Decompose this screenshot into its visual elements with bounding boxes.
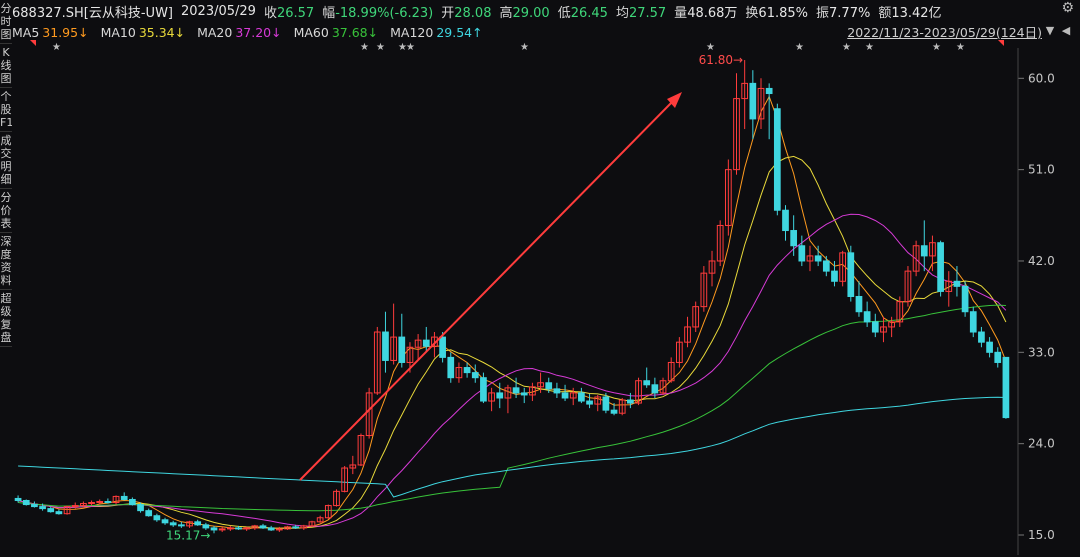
candle-body: [439, 336, 446, 358]
candle-body: [292, 526, 300, 529]
candle-body: [773, 108, 781, 211]
candle-body: [137, 504, 144, 512]
candle-body: [831, 270, 838, 282]
candle-body: [145, 510, 153, 517]
candle-body: [586, 400, 593, 405]
candle-body: [920, 245, 928, 257]
candle-body: [578, 392, 585, 402]
candle-body: [1002, 356, 1010, 419]
candle-body: [480, 377, 487, 402]
candle-body: [22, 499, 30, 506]
high-price-label: 61.80→: [699, 53, 743, 67]
candle-body: [496, 392, 504, 399]
low-price-label: 15.17→: [166, 528, 210, 542]
event-star-icon: ★: [932, 42, 941, 53]
candle-body: [994, 351, 1002, 363]
candle-body: [129, 498, 136, 506]
event-star-icon: ★: [376, 42, 385, 53]
candle-body: [104, 501, 112, 504]
candle-body: [169, 522, 177, 526]
y-tick-label: 24.0: [1028, 437, 1055, 451]
candle-body: [55, 511, 63, 515]
candle-body: [31, 504, 38, 508]
ma-line-ma10: [17, 155, 1007, 529]
candle-body: [210, 527, 218, 531]
ma-line-ma5: [17, 95, 1007, 530]
candle-body: [651, 384, 659, 394]
candle-body: [855, 296, 863, 313]
candle-body: [822, 260, 830, 272]
candle-body: [553, 388, 561, 394]
candle-body: [382, 331, 389, 361]
candle-body: [447, 356, 455, 379]
candle-body: [643, 380, 651, 386]
event-star-icon: ★: [795, 42, 804, 53]
event-star-icon: ★: [956, 42, 965, 53]
candle-body: [235, 527, 242, 530]
candle-body: [627, 399, 634, 404]
candle-body: [520, 392, 528, 396]
candle-body: [790, 230, 798, 247]
event-star-icon: ★: [842, 42, 851, 53]
candle-body: [814, 255, 822, 262]
candle-body: [937, 242, 944, 292]
candle-body: [969, 311, 977, 333]
event-star-icon: ★: [52, 42, 61, 53]
candle-body: [39, 506, 46, 510]
y-tick-label: 15.0: [1028, 528, 1055, 542]
candle-body: [178, 524, 185, 527]
y-tick-label: 60.0: [1028, 71, 1055, 85]
candle-body: [610, 409, 618, 414]
candle-body: [267, 527, 275, 531]
candle-body: [471, 372, 479, 379]
event-star-icon: ★: [865, 42, 874, 53]
candle-body: [120, 495, 128, 500]
event-star-icon: ★: [360, 42, 369, 53]
candle-body: [871, 321, 879, 333]
candle-body: [545, 382, 553, 390]
candle-body: [847, 252, 855, 297]
candle-body: [512, 387, 520, 394]
candle-body: [602, 396, 610, 411]
candle-body: [194, 521, 202, 526]
ma-line-ma60: [18, 304, 1006, 512]
event-star-icon: ★: [706, 42, 715, 53]
candle-body: [978, 331, 985, 343]
y-tick-label: 51.0: [1028, 163, 1055, 177]
candle-body: [782, 209, 789, 232]
candle-body: [398, 336, 406, 363]
candle-body: [863, 311, 871, 323]
event-star-icon: ★: [520, 42, 529, 53]
candle-body: [153, 515, 161, 521]
candle-body: [561, 392, 569, 399]
ma-line-ma120: [18, 396, 1006, 498]
candle-body: [953, 280, 961, 287]
candle-body: [422, 339, 430, 347]
candle-body: [161, 519, 169, 524]
candle-body: [986, 341, 993, 353]
candle-body: [463, 367, 471, 374]
candle-body: [961, 285, 969, 313]
candle-body: [749, 82, 757, 120]
event-star-icon: ★: [406, 42, 415, 53]
candle-body: [14, 497, 22, 501]
y-tick-label: 42.0: [1028, 254, 1055, 268]
candlestick-chart: 60.0 51.0 42.0 33.0 24.0 15.0 61.80→ 15.17→ ★ ★ ★ ★…: [14, 40, 1055, 555]
red-flag-icon: [30, 40, 36, 46]
trend-arrow-line: [299, 97, 677, 481]
ma-line-ma20: [17, 213, 1007, 527]
candle-body: [798, 245, 806, 262]
candle-body: [765, 87, 773, 95]
red-flag-icon: [998, 40, 1004, 46]
y-tick-label: 33.0: [1028, 345, 1055, 359]
candle-body: [47, 508, 55, 513]
candle-body: [259, 525, 267, 529]
